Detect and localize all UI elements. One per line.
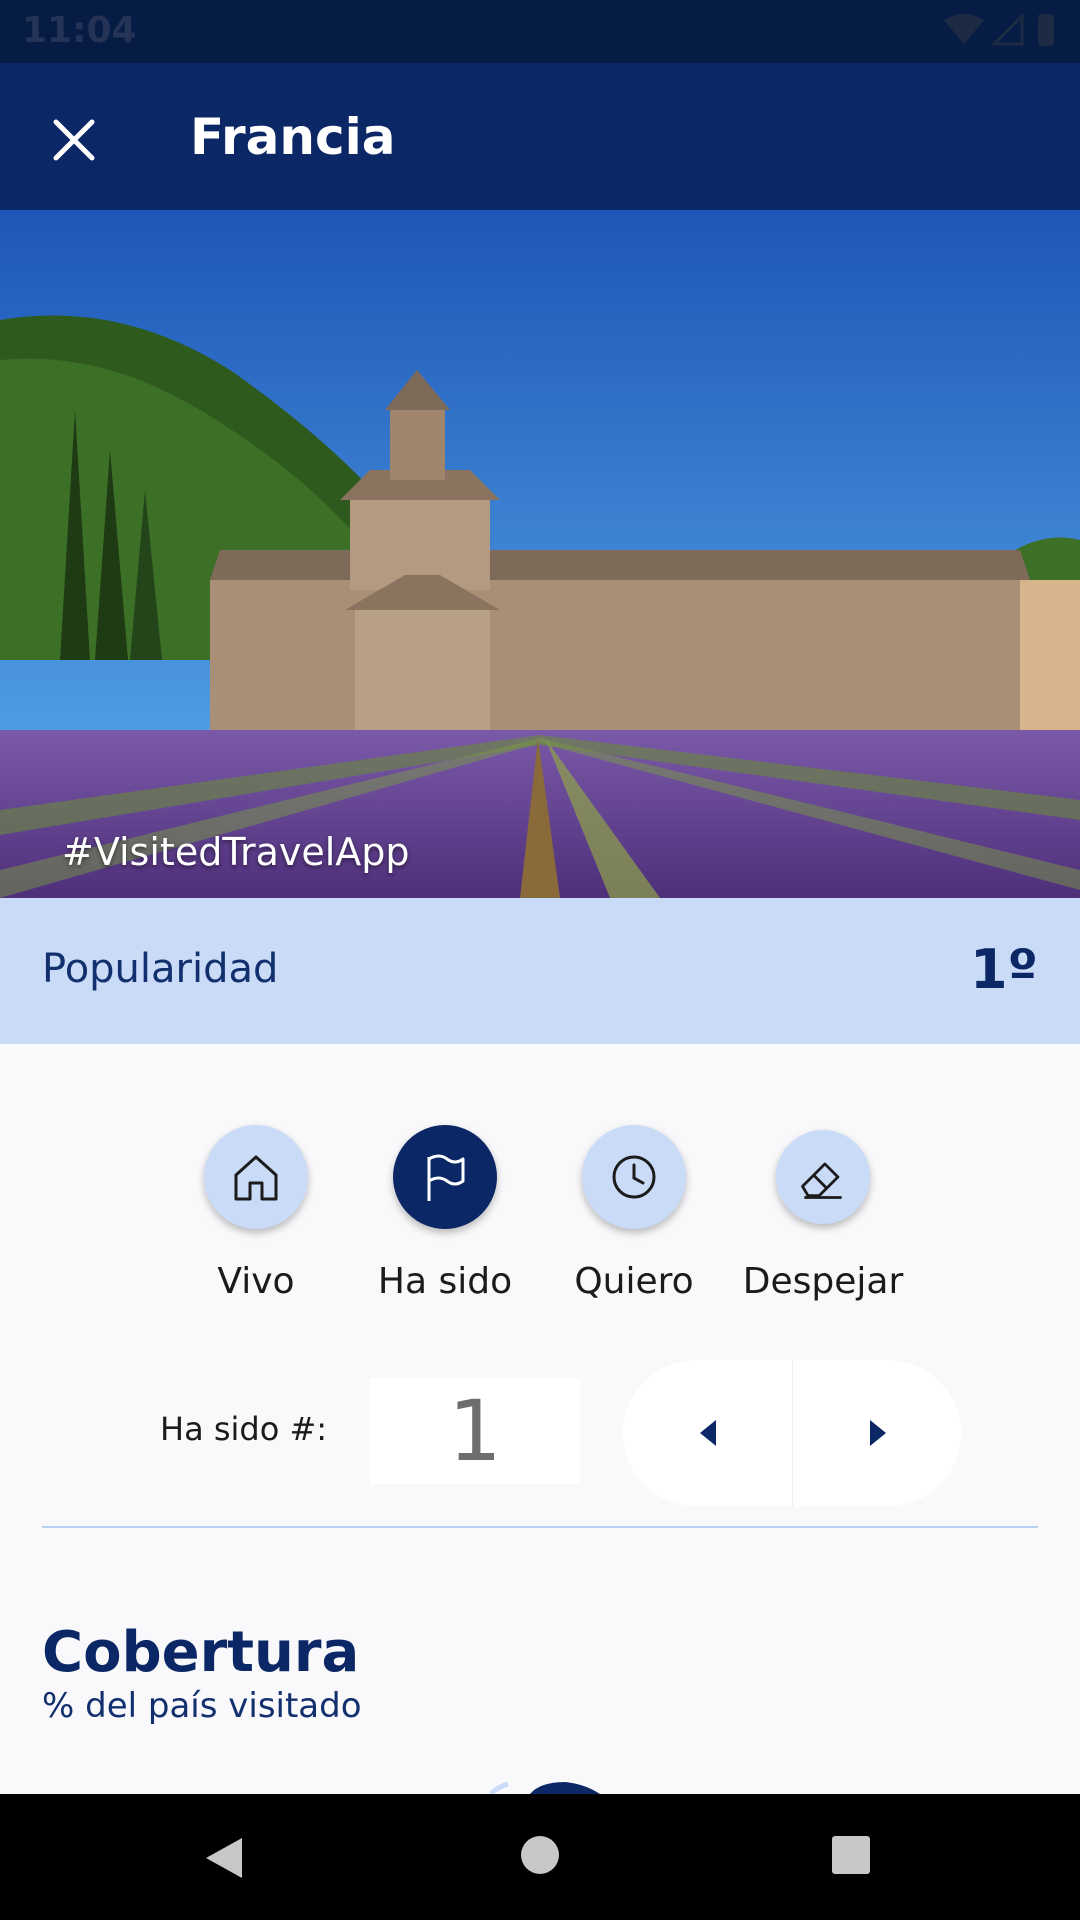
- want-label: Quiero: [574, 1261, 694, 1302]
- popularity-label: Popularidad: [42, 946, 279, 992]
- popularity-row: Popularidad 1º: [0, 898, 1080, 1044]
- app-bar: [0, 63, 1080, 210]
- status-button-group: Vivo Ha sido Quiero Despejar: [0, 1125, 1080, 1315]
- coverage-title: Cobertura: [42, 1620, 360, 1685]
- close-icon[interactable]: [44, 110, 104, 170]
- clear-label: Despejar: [742, 1261, 904, 1302]
- lived-button[interactable]: Vivo: [166, 1125, 346, 1302]
- chevron-right-icon: [869, 1420, 886, 1446]
- status-bar: 11:04: [0, 0, 1080, 63]
- wifi-icon: [944, 14, 984, 44]
- clear-circle[interactable]: [776, 1130, 870, 1224]
- eraser-icon: [801, 1162, 842, 1199]
- popularity-rank: 1º: [969, 938, 1038, 1001]
- signal-icon: [990, 12, 1024, 46]
- battery-icon: [1038, 14, 1054, 46]
- page-title: Francia: [190, 108, 396, 166]
- chevron-left-icon: [699, 1420, 716, 1446]
- clock-icon: [612, 1155, 656, 1199]
- system-nav-bar: [0, 1794, 1080, 1920]
- home-icon: [234, 1155, 278, 1201]
- coverage-subtitle: % del país visitado: [42, 1686, 362, 1726]
- flag-icon: [427, 1154, 465, 1201]
- coverage-gauge: [490, 1782, 600, 1794]
- been-button[interactable]: Ha sido: [355, 1125, 535, 1302]
- hero-image: [0, 210, 1080, 898]
- decrement-button[interactable]: [623, 1360, 792, 1506]
- recents-icon[interactable]: [830, 1834, 872, 1876]
- home-circle-icon[interactable]: [519, 1834, 561, 1876]
- been-label: Ha sido: [377, 1261, 513, 1302]
- status-icons: [944, 12, 1054, 46]
- visit-count-stepper: [623, 1360, 961, 1506]
- want-circle[interactable]: [582, 1125, 686, 1229]
- status-time: 11:04: [22, 10, 137, 51]
- lived-label: Vivo: [217, 1261, 295, 1302]
- increment-button[interactable]: [793, 1360, 961, 1506]
- back-icon[interactable]: [200, 1834, 248, 1882]
- been-circle[interactable]: [393, 1125, 497, 1229]
- lived-circle[interactable]: [204, 1125, 308, 1229]
- visit-count-field[interactable]: 1: [370, 1378, 580, 1484]
- clear-button[interactable]: Despejar: [733, 1125, 913, 1302]
- section-divider: [42, 1526, 1038, 1528]
- visit-count-label: Ha sido #:: [160, 1410, 328, 1448]
- hero-hashtag: #VisitedTravelApp: [62, 830, 410, 874]
- want-button[interactable]: Quiero: [544, 1125, 724, 1302]
